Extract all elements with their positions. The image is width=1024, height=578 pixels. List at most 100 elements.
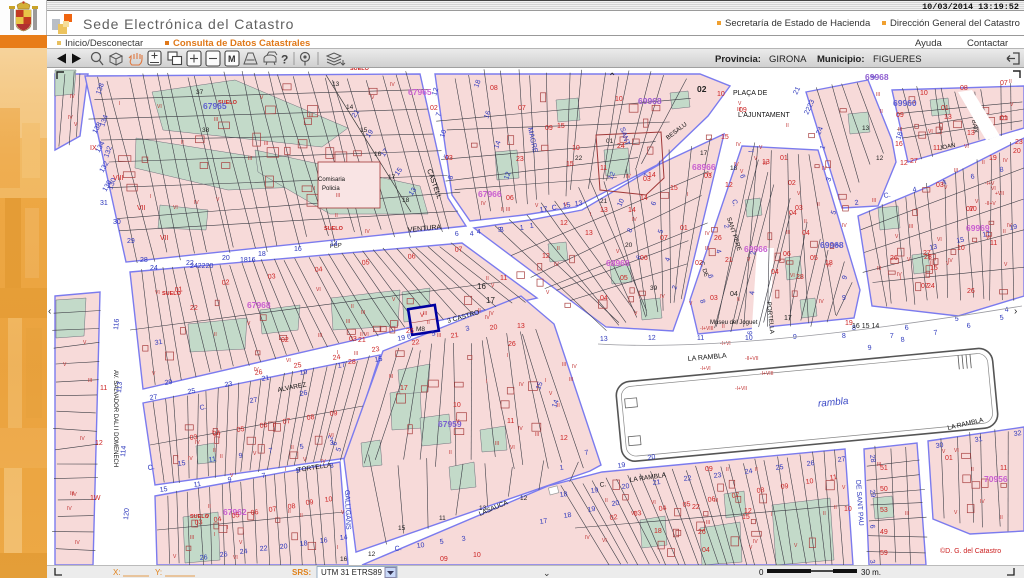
svg-text:III: III	[309, 113, 313, 119]
svg-text:28: 28	[924, 254, 932, 261]
svg-text:17: 17	[400, 385, 408, 392]
svg-text:20: 20	[222, 255, 230, 262]
svg-text:20: 20	[279, 543, 288, 551]
svg-text:18: 18	[402, 197, 410, 204]
svg-text:VI: VI	[173, 205, 178, 211]
svg-text:03: 03	[267, 273, 276, 281]
svg-text:08: 08	[756, 487, 765, 495]
svg-text:10: 10	[717, 91, 725, 98]
svg-text:17: 17	[388, 174, 396, 181]
svg-text:16: 16	[374, 151, 382, 158]
svg-text:06: 06	[407, 253, 416, 261]
svg-text:18: 18	[563, 512, 572, 520]
svg-text:28: 28	[796, 274, 804, 281]
svg-text:III: III	[318, 333, 322, 339]
svg-text:©D. G. del Catastro: ©D. G. del Catastro	[940, 547, 1001, 555]
svg-text:II: II	[557, 403, 560, 409]
svg-text:C.: C.	[147, 464, 155, 472]
svg-text:10: 10	[324, 496, 333, 504]
svg-text:VI: VI	[937, 237, 942, 243]
svg-text:14: 14	[640, 195, 648, 202]
svg-text:II: II	[427, 320, 430, 326]
svg-text:VI: VI	[602, 538, 607, 544]
svg-text:08: 08	[306, 414, 315, 422]
svg-text:IV: IV	[254, 367, 259, 373]
svg-text:IX: IX	[90, 145, 97, 152]
svg-text:14: 14	[346, 104, 354, 111]
svg-text:I: I	[486, 379, 487, 385]
svg-text:26: 26	[806, 460, 815, 468]
svg-text:IV: IV	[481, 201, 486, 207]
svg-text:III: III	[905, 511, 909, 517]
svg-text:I: I	[214, 532, 215, 538]
svg-text:SUELO: SUELO	[350, 68, 370, 72]
svg-text:10: 10	[957, 245, 965, 252]
svg-text:50: 50	[880, 486, 888, 493]
svg-text:07: 07	[454, 246, 463, 254]
svg-text:14: 14	[628, 207, 636, 214]
svg-text:IV: IV	[572, 364, 577, 370]
svg-text:05: 05	[620, 275, 628, 282]
svg-text:4: 4	[749, 291, 756, 296]
svg-text:I: I	[687, 192, 688, 198]
svg-text:Provincia:: Provincia:	[715, 54, 761, 65]
svg-text:II: II	[557, 246, 560, 252]
svg-text:13: 13	[479, 505, 487, 512]
svg-text:IV: IV	[660, 294, 665, 300]
svg-text:VI: VI	[286, 358, 291, 364]
svg-text:III: III	[361, 310, 365, 316]
svg-text:09: 09	[329, 410, 338, 418]
svg-text:Museu del Joguet: Museu del Joguet	[710, 320, 758, 326]
svg-text:21: 21	[652, 479, 661, 487]
svg-text:IV: IV	[518, 426, 523, 432]
svg-text:15: 15	[360, 127, 368, 134]
svg-text:26: 26	[299, 390, 308, 398]
svg-text:68966: 68966	[692, 162, 716, 172]
svg-text:IV: IV	[68, 115, 73, 121]
svg-text:01: 01	[1000, 115, 1008, 122]
svg-text:24: 24	[239, 548, 248, 556]
svg-text:19: 19	[617, 462, 626, 470]
svg-text:13: 13	[332, 81, 340, 88]
svg-text:49: 49	[880, 529, 888, 536]
svg-text:6: 6	[747, 331, 754, 336]
svg-text:05: 05	[682, 501, 691, 509]
svg-text:12: 12	[560, 220, 568, 227]
svg-text:C.: C.	[599, 481, 607, 489]
svg-text:20: 20	[625, 242, 633, 249]
svg-text:1816: 1816	[240, 257, 256, 264]
svg-text:15: 15	[742, 514, 750, 521]
svg-text:26: 26	[967, 288, 975, 295]
svg-text:04: 04	[771, 269, 779, 276]
svg-text:IV: IV	[980, 499, 985, 505]
svg-text:III: III	[354, 351, 358, 357]
svg-text:10: 10	[844, 506, 852, 513]
svg-text:15: 15	[670, 185, 678, 192]
svg-text:VI: VI	[329, 433, 334, 439]
svg-text:12: 12	[95, 440, 103, 447]
svg-text:I: I	[285, 467, 286, 473]
svg-text:II: II	[486, 276, 489, 282]
svg-text:16: 16	[340, 556, 348, 563]
svg-text:-I+VIII: -I+VIII	[700, 326, 713, 332]
svg-text:IV: IV	[842, 223, 847, 229]
svg-text:59: 59	[880, 550, 888, 557]
svg-text:22: 22	[683, 475, 692, 483]
svg-text:9: 9	[867, 344, 872, 351]
svg-text:38: 38	[202, 127, 210, 134]
svg-text:17: 17	[539, 518, 548, 526]
svg-text:15: 15	[557, 123, 565, 130]
svg-text:27: 27	[910, 158, 918, 165]
svg-text:II: II	[971, 467, 974, 473]
svg-text:12: 12	[876, 155, 884, 162]
svg-text:23: 23	[516, 156, 524, 163]
svg-text:VI: VI	[510, 445, 515, 451]
svg-text:II: II	[449, 450, 452, 456]
svg-text:07: 07	[268, 506, 277, 514]
svg-text:14: 14	[339, 534, 348, 542]
svg-text:III: III	[872, 198, 876, 204]
svg-text:26: 26	[219, 551, 228, 559]
svg-text:37: 37	[196, 89, 204, 96]
svg-text:III: III	[506, 207, 510, 213]
svg-text:IV: IV	[194, 200, 199, 206]
